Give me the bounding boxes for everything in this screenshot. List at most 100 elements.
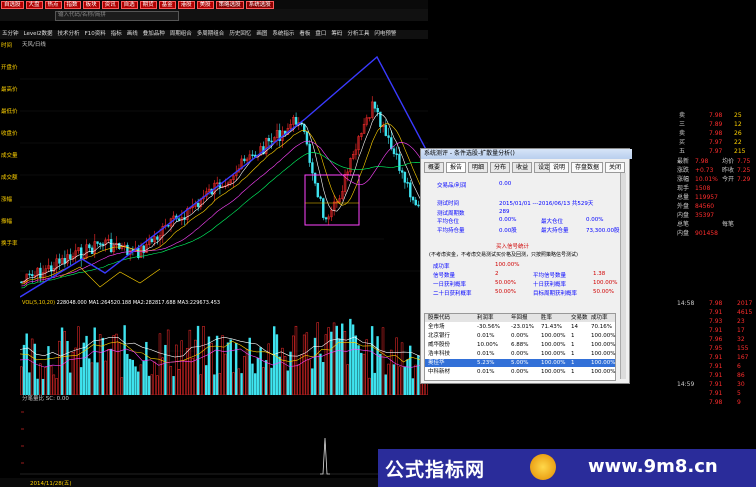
stat-label: 二十日获利概率	[433, 291, 472, 297]
dialog-tab[interactable]: 报告	[446, 162, 467, 173]
topbar-right-button[interactable]: 策略选股	[215, 1, 244, 9]
dialog-note: (不考虑资金，不考虑交易测试买价格及回测，只按照策略信号测试)	[429, 252, 578, 258]
volume-bar	[107, 349, 110, 395]
table-row[interactable]: 浩丰科技 0.01% 0.00% 100.00% 1 100.00%	[425, 350, 615, 358]
stat-label2: 十日获利概率	[533, 282, 567, 288]
volume-bar	[74, 347, 77, 395]
order-book-row: 卖 7.98 25	[679, 112, 756, 120]
dialog-tab[interactable]: 概要	[424, 162, 445, 173]
volume-bar	[104, 360, 107, 395]
volume-bar	[362, 353, 366, 395]
dialog-row-value: 0.00股	[499, 228, 517, 234]
table-row[interactable]: 全市场 -30.56% -23.01% 71.43% 14 70.16%	[425, 323, 615, 331]
order-book-vol: 22	[734, 139, 742, 146]
topbar-button[interactable]: 大盘	[25, 1, 43, 9]
table-cell: 100.00%	[591, 342, 616, 348]
table-cell: 6.88%	[511, 342, 529, 348]
topbar-button[interactable]: 港股	[177, 1, 195, 9]
toolbar-item[interactable]: 盘口	[315, 30, 326, 39]
toolbar-item[interactable]: 多周期组合	[197, 30, 225, 39]
indicator-chart[interactable]	[20, 402, 378, 478]
table-cell: -23.01%	[511, 324, 534, 330]
quote-row: 内盘 901458	[677, 230, 756, 238]
volume-bar	[273, 326, 276, 395]
dialog-row-value: 0.00	[499, 181, 512, 187]
tick-price: 7.93	[709, 318, 723, 325]
search-input[interactable]: 输入代码/名称/简拼	[55, 11, 179, 21]
volume-bar	[215, 335, 219, 395]
stat-value: 100.00%	[495, 262, 520, 268]
toolbar-item[interactable]: 指标	[111, 30, 122, 39]
topbar-right-button[interactable]: 系统选股	[245, 1, 274, 9]
table-row[interactable]: 威华股份 10.00% 6.88% 100.00% 1 100.00%	[425, 341, 615, 349]
topbar-button[interactable]: 资讯	[101, 1, 119, 9]
dialog-tab[interactable]: 收益	[512, 162, 533, 173]
tick-row: 7.95 155	[677, 345, 756, 353]
volume-chart[interactable]	[20, 307, 428, 395]
toolbar-item[interactable]: 分析工具	[347, 30, 369, 39]
dialog-button[interactable]: 说明	[548, 162, 569, 173]
toolbar-item[interactable]: Level2数据	[24, 30, 53, 39]
quote-label: 涨跌	[677, 167, 690, 174]
tick-volume: 167	[737, 354, 749, 361]
toolbar-item[interactable]: 看板	[299, 30, 310, 39]
volume-bar	[120, 377, 124, 395]
tick-volume: 17	[737, 327, 745, 334]
candle-body	[69, 254, 72, 260]
volume-bar	[44, 367, 47, 395]
candle-body	[58, 258, 61, 264]
candlestick-chart[interactable]	[20, 47, 428, 300]
toolbar-item[interactable]: 五分钟	[2, 30, 19, 39]
table-row[interactable]: 北京银行 0.01% 0.00% 100.00% 1 100.00%	[425, 332, 615, 340]
topbar-button[interactable]: 热点	[44, 1, 62, 9]
volume-bar	[128, 358, 132, 395]
topbar-button[interactable]: 基金	[158, 1, 176, 9]
candle-body	[322, 198, 325, 218]
dialog-title: 系统测评 - 条件选股-扩散量分析()	[421, 149, 632, 159]
stat-label2: 目标周期获利概率	[533, 291, 578, 297]
toolbar-item[interactable]: 叠加品种	[143, 30, 165, 39]
search-bar: 输入代码/名称/简拼	[0, 9, 428, 21]
dialog-scrollbar[interactable]	[620, 173, 626, 379]
table-cell: 71.43%	[541, 324, 562, 330]
volume-bar	[55, 378, 58, 395]
topbar-button[interactable]: 自选	[120, 1, 138, 9]
topbar-button[interactable]: 板块	[82, 1, 100, 9]
toolbar-item[interactable]: 周期组合	[170, 30, 192, 39]
topbar-button[interactable]: 美股	[196, 1, 214, 9]
toolbar-item[interactable]: 闪电预警	[374, 30, 396, 39]
topbar-button[interactable]: 自选股	[1, 1, 24, 9]
volume-bar	[381, 327, 385, 395]
volume-bar	[79, 367, 83, 395]
volume-bar	[66, 341, 69, 395]
backtest-dialog[interactable]: 系统测评 - 条件选股-扩散量分析() 概要 报告 明细 分布 收益 设定 说明 存盘数据关…	[420, 148, 632, 384]
dialog-tab[interactable]: 明细	[468, 162, 489, 173]
banner-url: www.9m8.cn	[588, 456, 718, 477]
table-row[interactable]: 奥佳华 5.23% 5.00% 100.00% 1 100.00%	[425, 359, 615, 367]
volume-bar	[58, 340, 61, 395]
toolbar-item[interactable]: 画线	[127, 30, 138, 39]
volume-bar	[36, 378, 39, 395]
toolbar-item[interactable]: F10资料	[85, 30, 106, 39]
table-cell: 奥佳华	[428, 360, 445, 366]
quote-value2: 7.25	[737, 167, 751, 174]
toolbar-item[interactable]: 筹码	[331, 30, 342, 39]
topbar-button[interactable]: 期货	[139, 1, 157, 9]
toolbar-item[interactable]: 历史回忆	[229, 30, 251, 39]
order-book-price: 7.97	[709, 148, 723, 155]
toolbar-item[interactable]: 系统指示	[272, 30, 294, 39]
tick-price: 7.91	[709, 327, 723, 334]
table-row[interactable]: 中科新材 0.01% 0.00% 100.00% 1 100.00%	[425, 368, 615, 376]
dialog-tab[interactable]: 分布	[490, 162, 511, 173]
candle-body	[109, 239, 113, 253]
order-book-vol: 25	[734, 112, 742, 119]
toolbar-item[interactable]: 技术分析	[58, 30, 80, 39]
volume-bar	[180, 340, 183, 395]
topbar-button[interactable]: 指数	[63, 1, 81, 9]
toolbar-item[interactable]: 画图	[256, 30, 267, 39]
stat-label: 成功率	[433, 264, 450, 270]
volume-bar	[93, 327, 96, 395]
dialog-button[interactable]: 关闭	[604, 162, 625, 173]
dialog-button[interactable]: 存盘数据	[570, 162, 603, 173]
tick-volume: 4615	[737, 309, 753, 316]
